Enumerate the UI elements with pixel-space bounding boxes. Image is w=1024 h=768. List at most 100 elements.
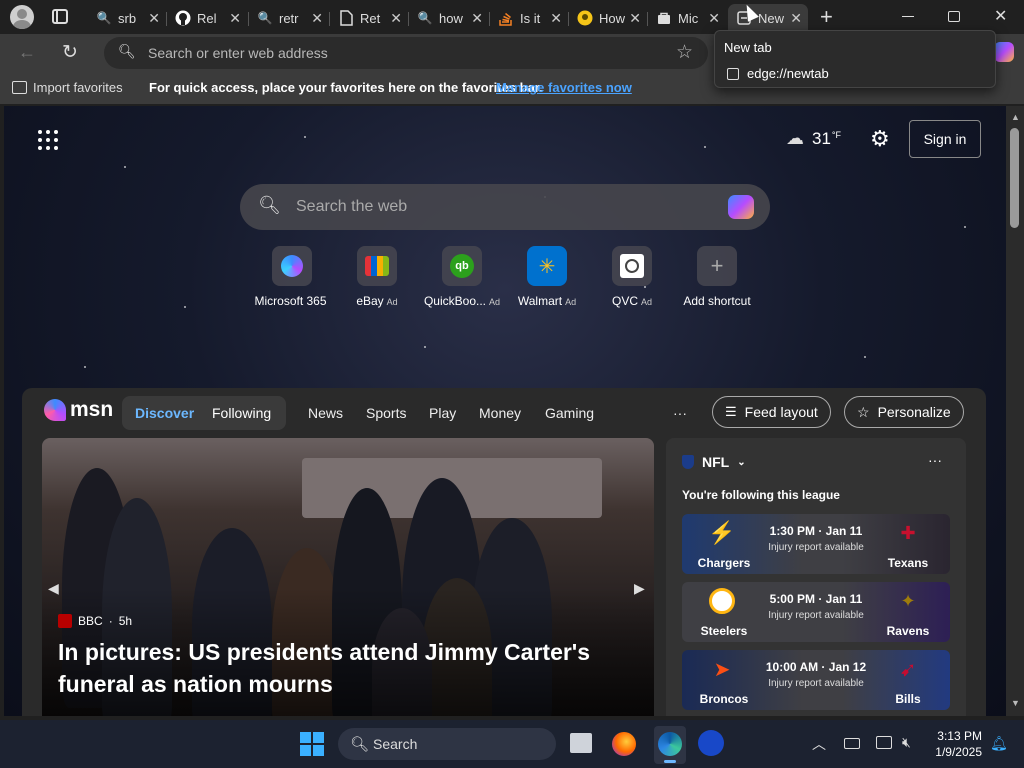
tab-following[interactable]: Following: [212, 405, 271, 421]
msn-logo[interactable]: msn: [44, 398, 113, 422]
sign-in-button[interactable]: Sign in: [909, 120, 981, 158]
tab-discover[interactable]: Discover: [135, 405, 194, 421]
nav-sports[interactable]: Sports: [366, 405, 406, 421]
settings-gear-icon[interactable]: ⚙: [870, 126, 890, 152]
firefox-icon[interactable]: [612, 732, 636, 756]
more-options-icon[interactable]: ···: [673, 405, 687, 421]
tab-hover-card: New tab edge://newtab: [714, 30, 996, 88]
injury-note: Injury report available: [768, 610, 864, 621]
new-tab-page: ☁ 31 °F ⚙ Sign in 🔍︎ Search the web Micr…: [4, 106, 1006, 716]
close-window-icon[interactable]: ✕: [994, 6, 1007, 26]
tab-7[interactable]: How ✕: [569, 4, 647, 32]
nav-news[interactable]: News: [308, 405, 343, 421]
scroll-up-icon[interactable]: ▲: [1011, 112, 1020, 122]
close-tab-icon[interactable]: ✕: [629, 10, 641, 27]
home-team: Texans: [887, 556, 929, 570]
new-tab-plus-icon[interactable]: +: [820, 4, 833, 30]
github-icon: [175, 10, 191, 26]
quick-link-quickbooks[interactable]: qb QuickBoo... Ad: [417, 246, 507, 308]
quick-link-label: eBay: [356, 294, 384, 308]
favorites-message: For quick access, place your favorites h…: [149, 80, 543, 95]
close-tab-icon[interactable]: ✕: [390, 10, 402, 27]
bing-search-icon: 🔍: [417, 11, 433, 25]
sliders-icon: ☰: [725, 404, 737, 419]
tab-4[interactable]: Ret ✕: [330, 4, 408, 32]
quick-link-qvc[interactable]: QVC Ad: [587, 246, 677, 308]
edge-taskbar-icon[interactable]: [654, 726, 686, 764]
quick-link-label: Walmart: [517, 294, 563, 308]
network-icon[interactable]: [876, 736, 892, 749]
windows-start-icon[interactable]: [300, 732, 324, 756]
minimize-icon[interactable]: [902, 16, 914, 17]
refresh-icon[interactable]: ↻: [62, 41, 78, 64]
following-note: You're following this league: [682, 488, 840, 502]
close-tab-icon[interactable]: ✕: [229, 10, 241, 27]
tab-2[interactable]: Rel ✕: [167, 4, 247, 32]
nav-play[interactable]: Play: [429, 405, 456, 421]
clock[interactable]: 3:13 PM 1/9/2025: [930, 728, 982, 760]
import-favorites-button[interactable]: Import favorites: [12, 80, 123, 95]
tab-card-url: edge://newtab: [747, 66, 829, 81]
close-tab-icon[interactable]: ✕: [790, 10, 802, 27]
vertical-scrollbar[interactable]: ▲ ▼: [1006, 106, 1024, 716]
show-hidden-icons[interactable]: ︿: [812, 734, 826, 754]
nav-gaming[interactable]: Gaming: [545, 405, 594, 421]
sonic-app-icon[interactable]: [698, 730, 724, 756]
tab-5[interactable]: 🔍 how ✕: [409, 4, 489, 32]
scroll-thumb[interactable]: [1010, 128, 1019, 228]
back-icon[interactable]: ←: [18, 42, 36, 63]
tab-actions-icon[interactable]: [52, 9, 68, 24]
ravens-logo-icon: ✦: [900, 590, 916, 611]
tab-title: Is it: [520, 10, 541, 26]
carousel-next-icon[interactable]: ▶: [634, 580, 645, 597]
tab-9-active[interactable]: New ✕: [728, 4, 808, 32]
close-tab-icon[interactable]: ✕: [550, 10, 562, 27]
nfl-league-selector[interactable]: NFL ⌄: [682, 454, 746, 470]
close-tab-icon[interactable]: ✕: [311, 10, 323, 27]
taskbar-search[interactable]: 🔍︎ Search: [338, 728, 556, 760]
copilot-icon[interactable]: [994, 42, 1014, 62]
keyboard-icon[interactable]: [844, 738, 860, 749]
scroll-down-icon[interactable]: ▼: [1011, 698, 1020, 708]
home-team: Ravens: [886, 624, 930, 638]
msn-logo-text: msn: [70, 398, 114, 421]
card-more-icon[interactable]: ···: [928, 452, 942, 468]
taskbar: 🔍︎ Search ︿ 🔇︎ 3:13 PM 1/9/2025 🔔︎: [0, 720, 1024, 768]
notification-bell-icon[interactable]: 🔔︎: [990, 735, 1008, 752]
carousel-prev-icon[interactable]: ◀: [48, 580, 59, 597]
address-bar[interactable]: 🔍︎ Search or enter web address ☆: [104, 37, 708, 69]
task-view-icon[interactable]: [570, 733, 592, 753]
add-shortcut-button[interactable]: + Add shortcut: [672, 246, 762, 308]
tab-1[interactable]: 🔍 srb ✕: [88, 4, 166, 32]
web-search-box[interactable]: 🔍︎ Search the web: [240, 184, 770, 230]
game-row[interactable]: ✦ Steelers Ravens 5:00 PM · Jan 11 Injur…: [682, 582, 950, 642]
game-row[interactable]: ⚡ ✚ Chargers Texans 1:30 PM · Jan 11 Inj…: [682, 514, 950, 574]
game-row[interactable]: ➤ ➹ Broncos Bills 10:00 AM · Jan 12 Inju…: [682, 650, 950, 710]
quick-link-walmart[interactable]: ✳ Walmart Ad: [502, 246, 592, 308]
copilot-icon[interactable]: [728, 195, 754, 219]
tab-8[interactable]: Mic ✕: [648, 4, 726, 32]
weather-temp: 31: [812, 128, 831, 148]
tab-3[interactable]: 🔍 retr ✕: [249, 4, 329, 32]
hero-story[interactable]: ◀ ▶ BBC · 5h In pictures: US presidents …: [42, 438, 654, 716]
apps-launcher-icon[interactable]: [38, 130, 58, 150]
favorite-star-icon[interactable]: ☆: [676, 41, 693, 64]
nav-money[interactable]: Money: [479, 405, 521, 421]
restore-icon[interactable]: [948, 11, 960, 22]
nfl-shield-icon: [682, 455, 694, 469]
close-tab-icon[interactable]: ✕: [471, 10, 483, 27]
profile-avatar[interactable]: [10, 5, 34, 29]
close-tab-icon[interactable]: ✕: [708, 10, 720, 27]
close-tab-icon[interactable]: ✕: [148, 10, 160, 27]
volume-muted-icon[interactable]: 🔇︎: [902, 734, 911, 751]
game-time: 10:00 AM · Jan 12: [765, 660, 867, 674]
document-icon: [338, 10, 354, 26]
personalize-button[interactable]: ☆ Personalize: [844, 396, 964, 428]
quick-link-microsoft365[interactable]: Microsoft 365: [247, 246, 337, 308]
manage-favorites-link[interactable]: Manage favorites now: [496, 80, 632, 95]
feed-layout-button[interactable]: ☰ Feed layout: [712, 396, 831, 428]
story-headline[interactable]: In pictures: US presidents attend Jimmy …: [58, 636, 618, 700]
tab-6[interactable]: Is it ✕: [490, 4, 568, 32]
quick-link-ebay[interactable]: eBay Ad: [332, 246, 422, 308]
weather-widget[interactable]: ☁ 31 °F: [786, 128, 841, 149]
